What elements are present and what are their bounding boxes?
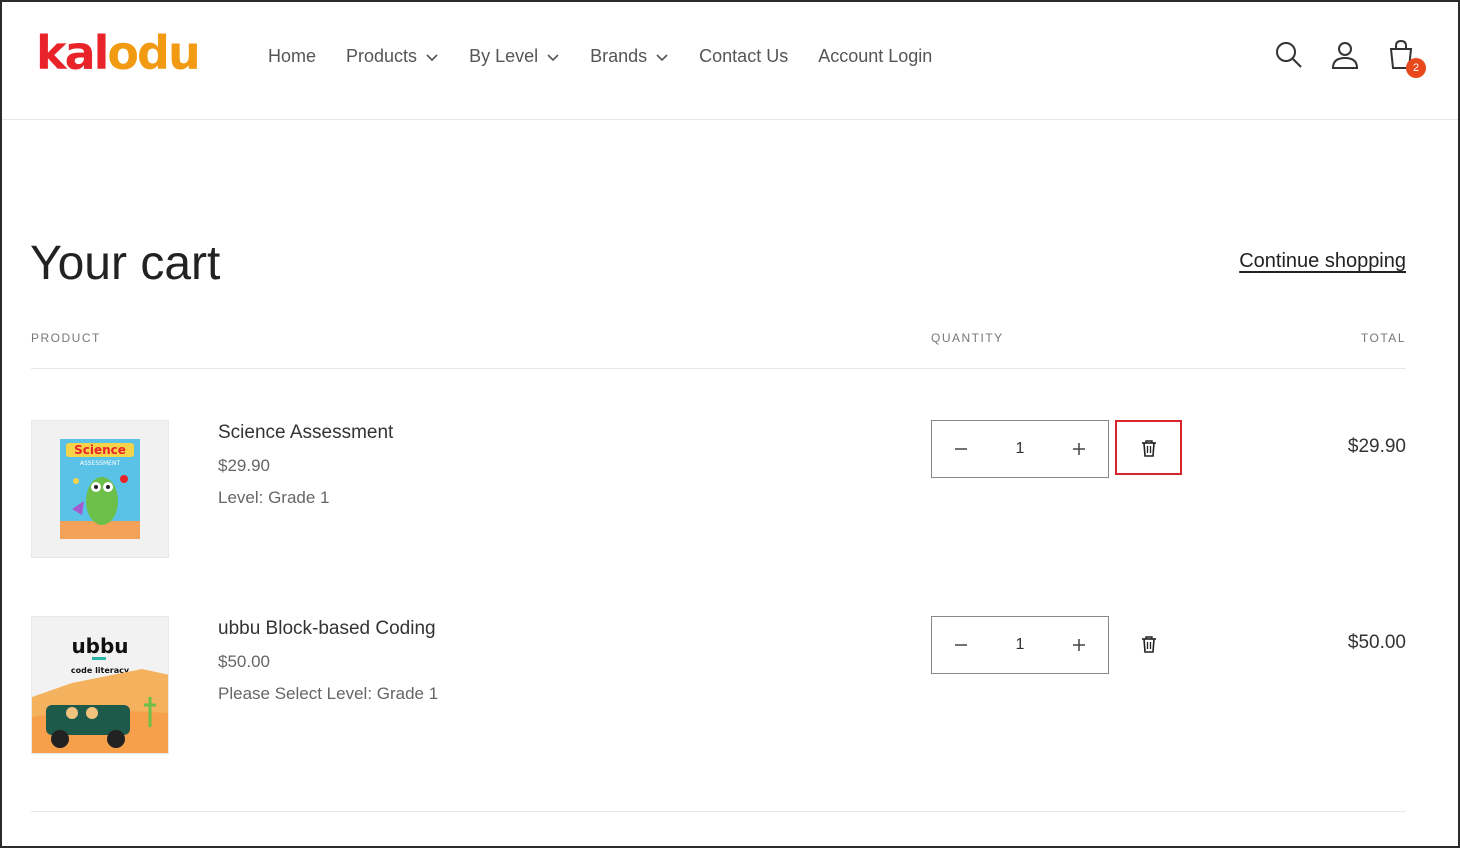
nav-contact-label: Contact Us	[699, 46, 789, 66]
main-nav: Home Products By Level Brands Contact Us…	[268, 46, 962, 67]
column-header-product: PRODUCT	[31, 331, 101, 345]
cart-item: Science ASSESSMENT Science Assessment $2…	[31, 420, 1406, 560]
product-name[interactable]: Science Assessment	[218, 422, 393, 444]
product-price: $50.00	[218, 652, 270, 671]
remove-item-button[interactable]	[1115, 420, 1182, 475]
decrease-quantity-button[interactable]	[946, 434, 976, 464]
decrease-quantity-button[interactable]	[946, 630, 976, 660]
nav-contact-us[interactable]: Contact Us	[699, 46, 788, 67]
quantity-stepper: 1	[931, 420, 1109, 478]
product-info: ubbu Block-based Coding $50.00 Please Se…	[218, 616, 438, 704]
header-icons: 2	[1250, 38, 1426, 78]
product-image[interactable]: Science ASSESSMENT	[31, 420, 169, 558]
product-image[interactable]: ubbu code literacy	[31, 616, 169, 754]
increase-quantity-button[interactable]	[1064, 434, 1094, 464]
nav-account-login[interactable]: Account Login	[818, 46, 932, 67]
chevron-down-icon	[426, 53, 438, 61]
trash-icon	[1141, 635, 1156, 653]
divider	[31, 811, 1406, 812]
product-option: Level: Grade 1	[218, 488, 330, 507]
product-info: Science Assessment $29.90 Level: Grade 1	[218, 420, 393, 508]
column-header-total: TOTAL	[1360, 331, 1406, 345]
trash-icon	[1141, 439, 1156, 457]
plus-icon	[1073, 443, 1085, 455]
nav-home[interactable]: Home	[268, 46, 316, 67]
cart-item: ubbu code literacy ubbu Block-based Codi…	[31, 616, 1406, 756]
nav-by-level[interactable]: By Level	[469, 46, 560, 67]
nav-by-level-label: By Level	[469, 46, 539, 66]
nav-home-label: Home	[268, 46, 317, 66]
page-title: Your cart	[30, 237, 221, 290]
remove-item-button[interactable]	[1115, 616, 1182, 671]
divider	[31, 368, 1406, 369]
nav-products[interactable]: Products	[346, 46, 439, 67]
line-total: $29.90	[1347, 436, 1406, 457]
kalodu-logo[interactable]: kalodu	[36, 30, 201, 76]
minus-icon	[955, 644, 967, 646]
line-total: $50.00	[1347, 632, 1406, 653]
thumb-title: Science	[74, 443, 126, 457]
minus-icon	[955, 448, 967, 450]
cart-icon[interactable]: 2	[1384, 38, 1426, 78]
increase-quantity-button[interactable]	[1064, 630, 1094, 660]
product-name[interactable]: ubbu Block-based Coding	[218, 618, 438, 640]
nav-account-label: Account Login	[818, 46, 933, 66]
nav-brands-label: Brands	[590, 46, 648, 66]
plus-icon	[1073, 639, 1085, 651]
cart-count-badge: 2	[1406, 58, 1426, 78]
search-icon[interactable]	[1272, 38, 1306, 72]
product-option: Please Select Level: Grade 1	[218, 684, 439, 703]
chevron-down-icon	[547, 53, 559, 61]
account-icon[interactable]	[1328, 38, 1362, 72]
nav-brands[interactable]: Brands	[590, 46, 669, 67]
quantity-input[interactable]: 1	[1000, 636, 1040, 654]
thumb-title: ubbu	[71, 634, 128, 658]
column-header-quantity: QUANTITY	[931, 331, 1004, 345]
quantity-input[interactable]: 1	[1000, 440, 1040, 458]
site-header: kalodu Home Products By Level Brands Con…	[2, 2, 1458, 120]
nav-products-label: Products	[346, 46, 418, 66]
thumb-subtitle: ASSESSMENT	[80, 460, 121, 467]
product-price: $29.90	[218, 456, 270, 475]
quantity-stepper: 1	[931, 616, 1109, 674]
chevron-down-icon	[656, 53, 668, 61]
continue-shopping-link[interactable]: Continue shopping	[1239, 250, 1406, 273]
